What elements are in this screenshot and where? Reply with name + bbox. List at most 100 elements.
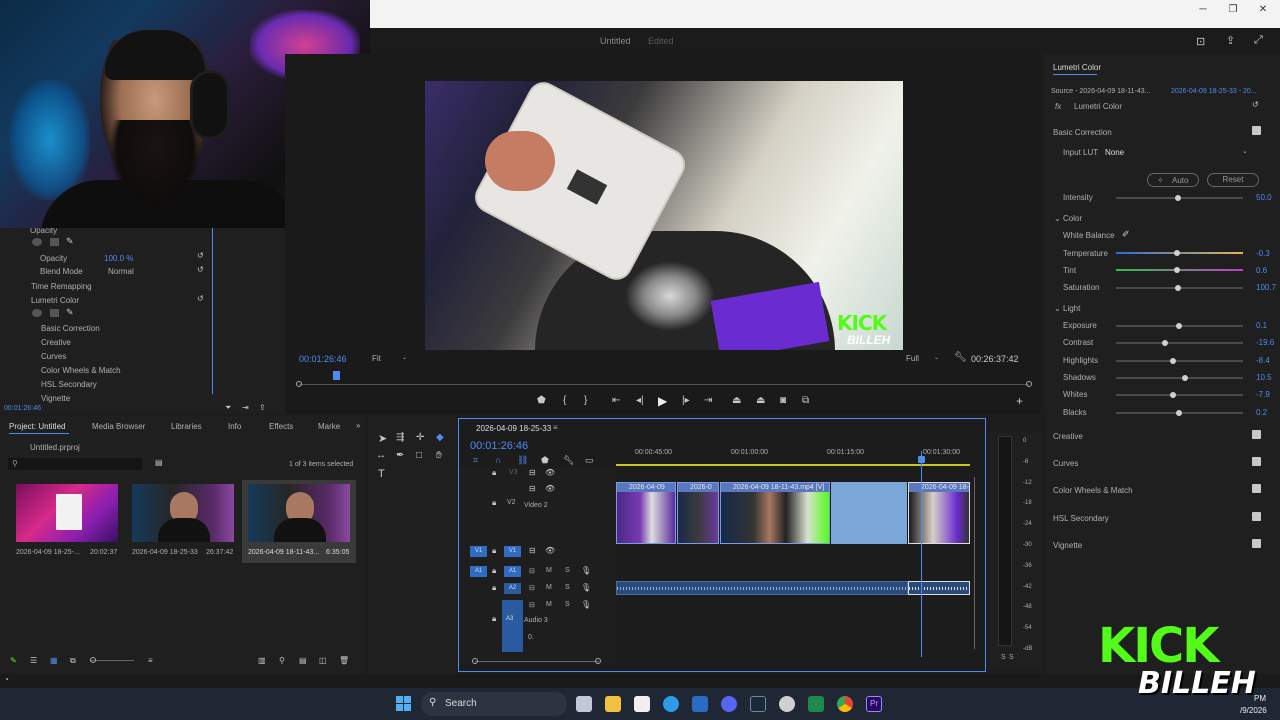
section-checkbox[interactable] (1252, 539, 1261, 548)
filter-icon[interactable]: ⏷ (225, 403, 231, 413)
audio-clip-selected[interactable] (908, 581, 970, 595)
solo-left[interactable]: S (1001, 654, 1006, 661)
temperature-value[interactable]: -0.3 (1256, 249, 1270, 258)
shadows-value[interactable]: 10.5 (1256, 373, 1272, 382)
obs-icon[interactable] (779, 696, 795, 712)
source-patch-v1[interactable]: V1 (470, 546, 487, 557)
horizontal-scrollbar[interactable] (475, 661, 599, 662)
marker-icon[interactable]: ⬟ (537, 395, 546, 406)
wrench-icon[interactable]: 🔧︎ (954, 352, 967, 363)
snap-icon[interactable]: ∩ (495, 455, 501, 465)
lock-icon[interactable]: 🔒︎ (492, 546, 496, 556)
video-clip[interactable]: 2026-04-09 (616, 482, 676, 544)
windows-start-icon[interactable] (396, 696, 412, 712)
microphone-icon[interactable]: 🎙︎ (581, 566, 591, 575)
saturation-value[interactable]: 100.7 (1256, 283, 1276, 292)
pen-tool-icon[interactable]: ✒ (396, 450, 404, 461)
eyedropper-icon[interactable]: ✐ (1122, 229, 1130, 240)
add-button-icon[interactable]: + (1016, 394, 1023, 408)
media-thumbnail[interactable] (248, 484, 350, 542)
new-bin-icon[interactable]: ▤ (299, 656, 307, 665)
video-clip-selected[interactable]: 2026-04-09 18- (908, 482, 970, 544)
whites-slider[interactable] (1116, 394, 1243, 397)
lock-icon[interactable]: 🔒︎ (492, 614, 496, 624)
blacks-value[interactable]: 0.2 (1256, 408, 1267, 417)
quality-select[interactable]: Full (906, 354, 919, 363)
mute-button[interactable]: M (546, 567, 552, 574)
sort-icon[interactable]: ≡ (148, 656, 153, 665)
close-icon[interactable]: ✕ (1256, 4, 1270, 18)
file-explorer-icon[interactable] (605, 696, 621, 712)
source-patch-a1[interactable]: A1 (470, 566, 487, 577)
share-icon[interactable]: ⇪ (1226, 34, 1235, 47)
list-view-icon[interactable]: ☰ (30, 656, 37, 665)
input-lut-select[interactable]: None (1105, 148, 1124, 157)
section-checkbox[interactable] (1252, 512, 1261, 521)
mute-button[interactable]: M (546, 601, 552, 608)
steam-icon[interactable] (750, 696, 766, 712)
freeform-view-icon[interactable]: ⧉ (70, 656, 76, 666)
menu-icon[interactable]: ≡ (553, 423, 558, 432)
whites-value[interactable]: -7.9 (1256, 390, 1270, 399)
tab-project[interactable]: Project: Untitled (9, 422, 65, 431)
reset-button[interactable]: Reset (1207, 173, 1259, 187)
pen-mask-icon[interactable]: ✎ (66, 236, 74, 247)
tint-knob[interactable] (1174, 267, 1180, 273)
pen-mask-icon[interactable]: ✎ (66, 307, 74, 318)
output-icon[interactable]: ⇪ (259, 403, 266, 412)
zoom-slider[interactable] (90, 660, 134, 661)
microphone-icon[interactable]: 🎙︎ (581, 583, 591, 592)
saturation-knob[interactable] (1175, 285, 1181, 291)
taskbar-search-box[interactable]: ⚲ Search (421, 692, 567, 716)
rect-mask-icon[interactable] (50, 238, 59, 246)
fx-item[interactable]: Color Wheels & Match (41, 366, 121, 375)
lumetri-effect[interactable]: Lumetri Color (31, 296, 79, 305)
track-a2[interactable]: A2 (504, 583, 521, 594)
blacks-knob[interactable] (1176, 409, 1182, 416)
chevron-down-icon[interactable]: ⌄ (1242, 147, 1248, 155)
exposure-knob[interactable] (1176, 323, 1182, 329)
chrome-icon[interactable] (837, 696, 853, 712)
lock-icon[interactable]: 🔒︎ (492, 468, 496, 478)
program-scrub-bar[interactable] (299, 384, 1029, 385)
shadows-slider[interactable] (1116, 376, 1243, 379)
track-v2[interactable]: V2 (507, 499, 516, 506)
find-icon[interactable]: ⚲ (279, 656, 285, 665)
hand-tool-icon[interactable]: ✋︎ (436, 450, 442, 461)
fx-item[interactable]: Curves (41, 352, 66, 361)
search-input[interactable]: ⚲ (8, 458, 142, 470)
whites-knob[interactable] (1170, 392, 1176, 399)
extract-icon[interactable]: ⏏ (756, 395, 765, 406)
scroll-handle[interactable] (472, 658, 478, 664)
track-a3-block[interactable]: A3 (502, 600, 523, 652)
new-bin-icon[interactable]: ▤ (155, 458, 163, 467)
captions-icon[interactable]: ▭ (585, 455, 594, 466)
premiere-icon[interactable]: Pr (866, 696, 882, 712)
new-item-icon[interactable]: ◫ (319, 656, 327, 665)
blend-mode-value[interactable]: Normal (108, 267, 134, 276)
chevron-down-icon[interactable]: ⌄ (1054, 304, 1061, 313)
fx-timecode[interactable]: 00:01:26:46 (4, 405, 41, 412)
maximize-icon[interactable]: ❐ (1226, 4, 1240, 18)
opacity-value[interactable]: 100.0 % (104, 254, 133, 263)
fx-item[interactable]: Basic Correction (41, 324, 100, 333)
volume-value[interactable]: 0. (528, 634, 534, 641)
media-thumbnail[interactable] (132, 484, 234, 542)
highlights-slider[interactable] (1116, 359, 1243, 362)
minimize-icon[interactable]: ─ (1196, 4, 1210, 18)
ellipse-mask-icon[interactable] (32, 238, 42, 246)
tab-markers[interactable]: Marke (318, 422, 340, 431)
excel-icon[interactable] (808, 696, 824, 712)
linked-selection-icon[interactable]: ⛓︎ (517, 455, 528, 466)
solo-button[interactable]: S (565, 601, 570, 608)
track-select-icon[interactable]: ⇶ (396, 432, 404, 443)
selection-tool-icon[interactable]: ➤ (378, 432, 387, 445)
reset-icon[interactable]: ↺ (197, 294, 204, 303)
task-view-icon[interactable] (576, 696, 592, 712)
sync-icon[interactable]: ⊟ (529, 484, 536, 493)
sync-icon[interactable]: ⊟ (529, 468, 536, 477)
work-area-bar[interactable] (616, 464, 970, 466)
pencil-icon[interactable]: ✎ (10, 656, 17, 665)
lock-icon[interactable]: 🔒︎ (492, 583, 496, 593)
add-marker-icon[interactable]: ⬟ (541, 455, 549, 466)
